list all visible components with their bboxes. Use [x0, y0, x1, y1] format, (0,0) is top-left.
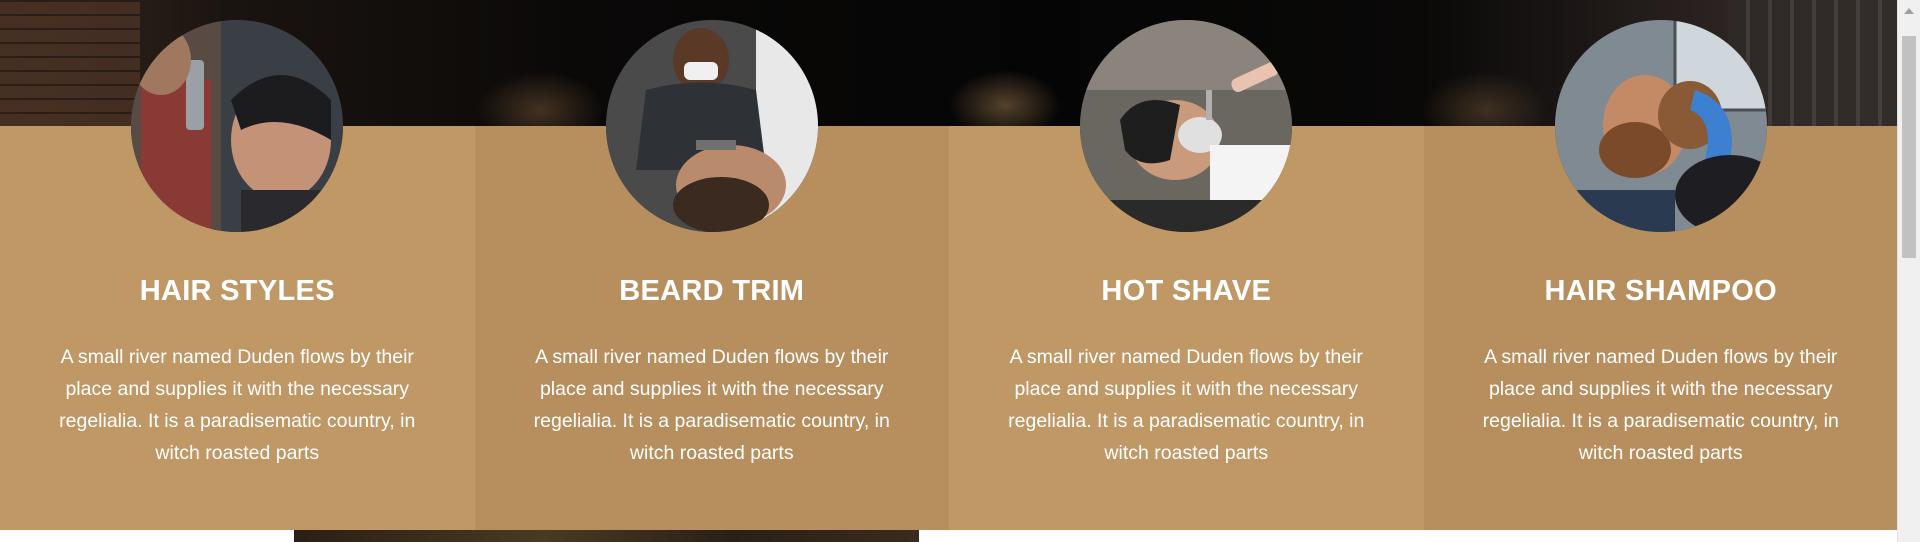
razor-shave-photo-illustration: [1080, 20, 1293, 232]
next-section-image: [294, 530, 919, 542]
hair-wash-photo-illustration: [1554, 20, 1767, 232]
service-photo-beard-trim: [605, 20, 818, 232]
vertical-scrollbar[interactable]: [1897, 0, 1920, 542]
scroll-up-arrow-icon[interactable]: [1898, 0, 1920, 22]
service-card-beard-trim: BEARD TRIM A small river named Duden flo…: [474, 20, 949, 530]
page: HAIR STYLES A small river named Duden fl…: [0, 0, 1920, 542]
scrollbar-thumb[interactable]: [1902, 36, 1916, 258]
service-photo-hair-styles: [131, 20, 344, 232]
service-description: A small river named Duden flows by their…: [1482, 346, 1839, 464]
services-section: HAIR STYLES A small river named Duden fl…: [0, 20, 1898, 530]
service-title: HAIR SHAMPOO: [1544, 275, 1777, 307]
service-title: HOT SHAVE: [1101, 275, 1272, 307]
brick-wall-decoration: [0, 0, 140, 126]
service-title: BEARD TRIM: [619, 275, 805, 307]
service-description: A small river named Duden flows by their…: [533, 346, 890, 464]
beard-trim-photo-illustration: [605, 20, 818, 232]
service-card-hair-styles: HAIR STYLES A small river named Duden fl…: [0, 20, 475, 530]
service-card-hair-shampoo: HAIR SHAMPOO A small river named Duden f…: [1423, 20, 1898, 530]
next-section-background: [0, 530, 1898, 542]
service-photo-hot-shave: [1080, 20, 1293, 232]
service-title: HAIR STYLES: [139, 275, 335, 307]
hair-spray-photo-illustration: [131, 20, 344, 232]
service-card-hot-shave: HOT SHAVE A small river named Duden flow…: [949, 20, 1424, 530]
service-description: A small river named Duden flows by their…: [59, 346, 416, 464]
service-photo-hair-shampoo: [1554, 20, 1767, 232]
service-description: A small river named Duden flows by their…: [1008, 346, 1365, 464]
